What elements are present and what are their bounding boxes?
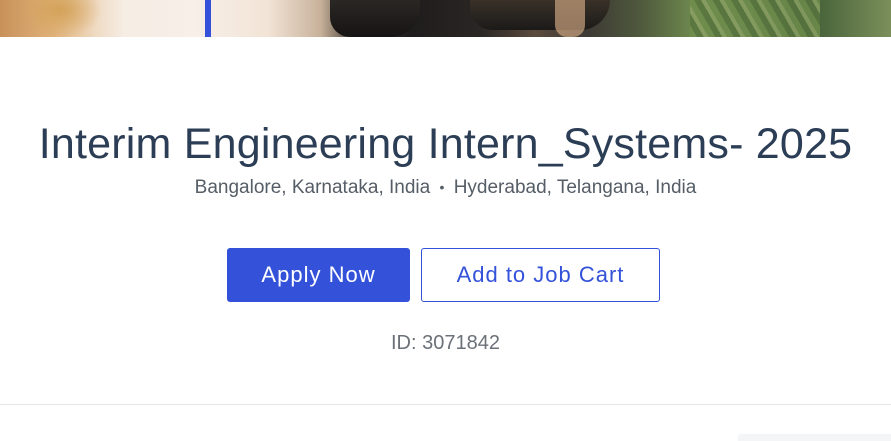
add-to-job-cart-button[interactable]: Add to Job Cart: [421, 248, 660, 302]
hero-photo-shape: [690, 0, 820, 37]
location-separator: •: [439, 179, 445, 195]
section-divider: [0, 404, 891, 405]
job-id: ID: 3071842: [391, 332, 500, 354]
job-location-primary: Bangalore, Karnataka, India: [194, 177, 431, 198]
job-locations: Bangalore, Karnataka, India • Hyderabad,…: [0, 175, 891, 201]
apply-now-button[interactable]: Apply Now: [227, 248, 410, 302]
job-location-secondary: Hyderabad, Telangana, India: [453, 177, 697, 198]
hero-photo-shape: [330, 0, 420, 37]
hero-photo-shape: [470, 0, 610, 30]
job-detail-page: Interim Engineering Intern_Systems- 2025…: [0, 0, 891, 441]
hero-photo-shape: [555, 0, 585, 37]
hero-banner-image: [0, 0, 891, 37]
next-section-edge: [738, 434, 891, 441]
hero-accent-bar: [205, 0, 211, 37]
job-title: Interim Engineering Intern_Systems- 2025: [38, 120, 853, 168]
